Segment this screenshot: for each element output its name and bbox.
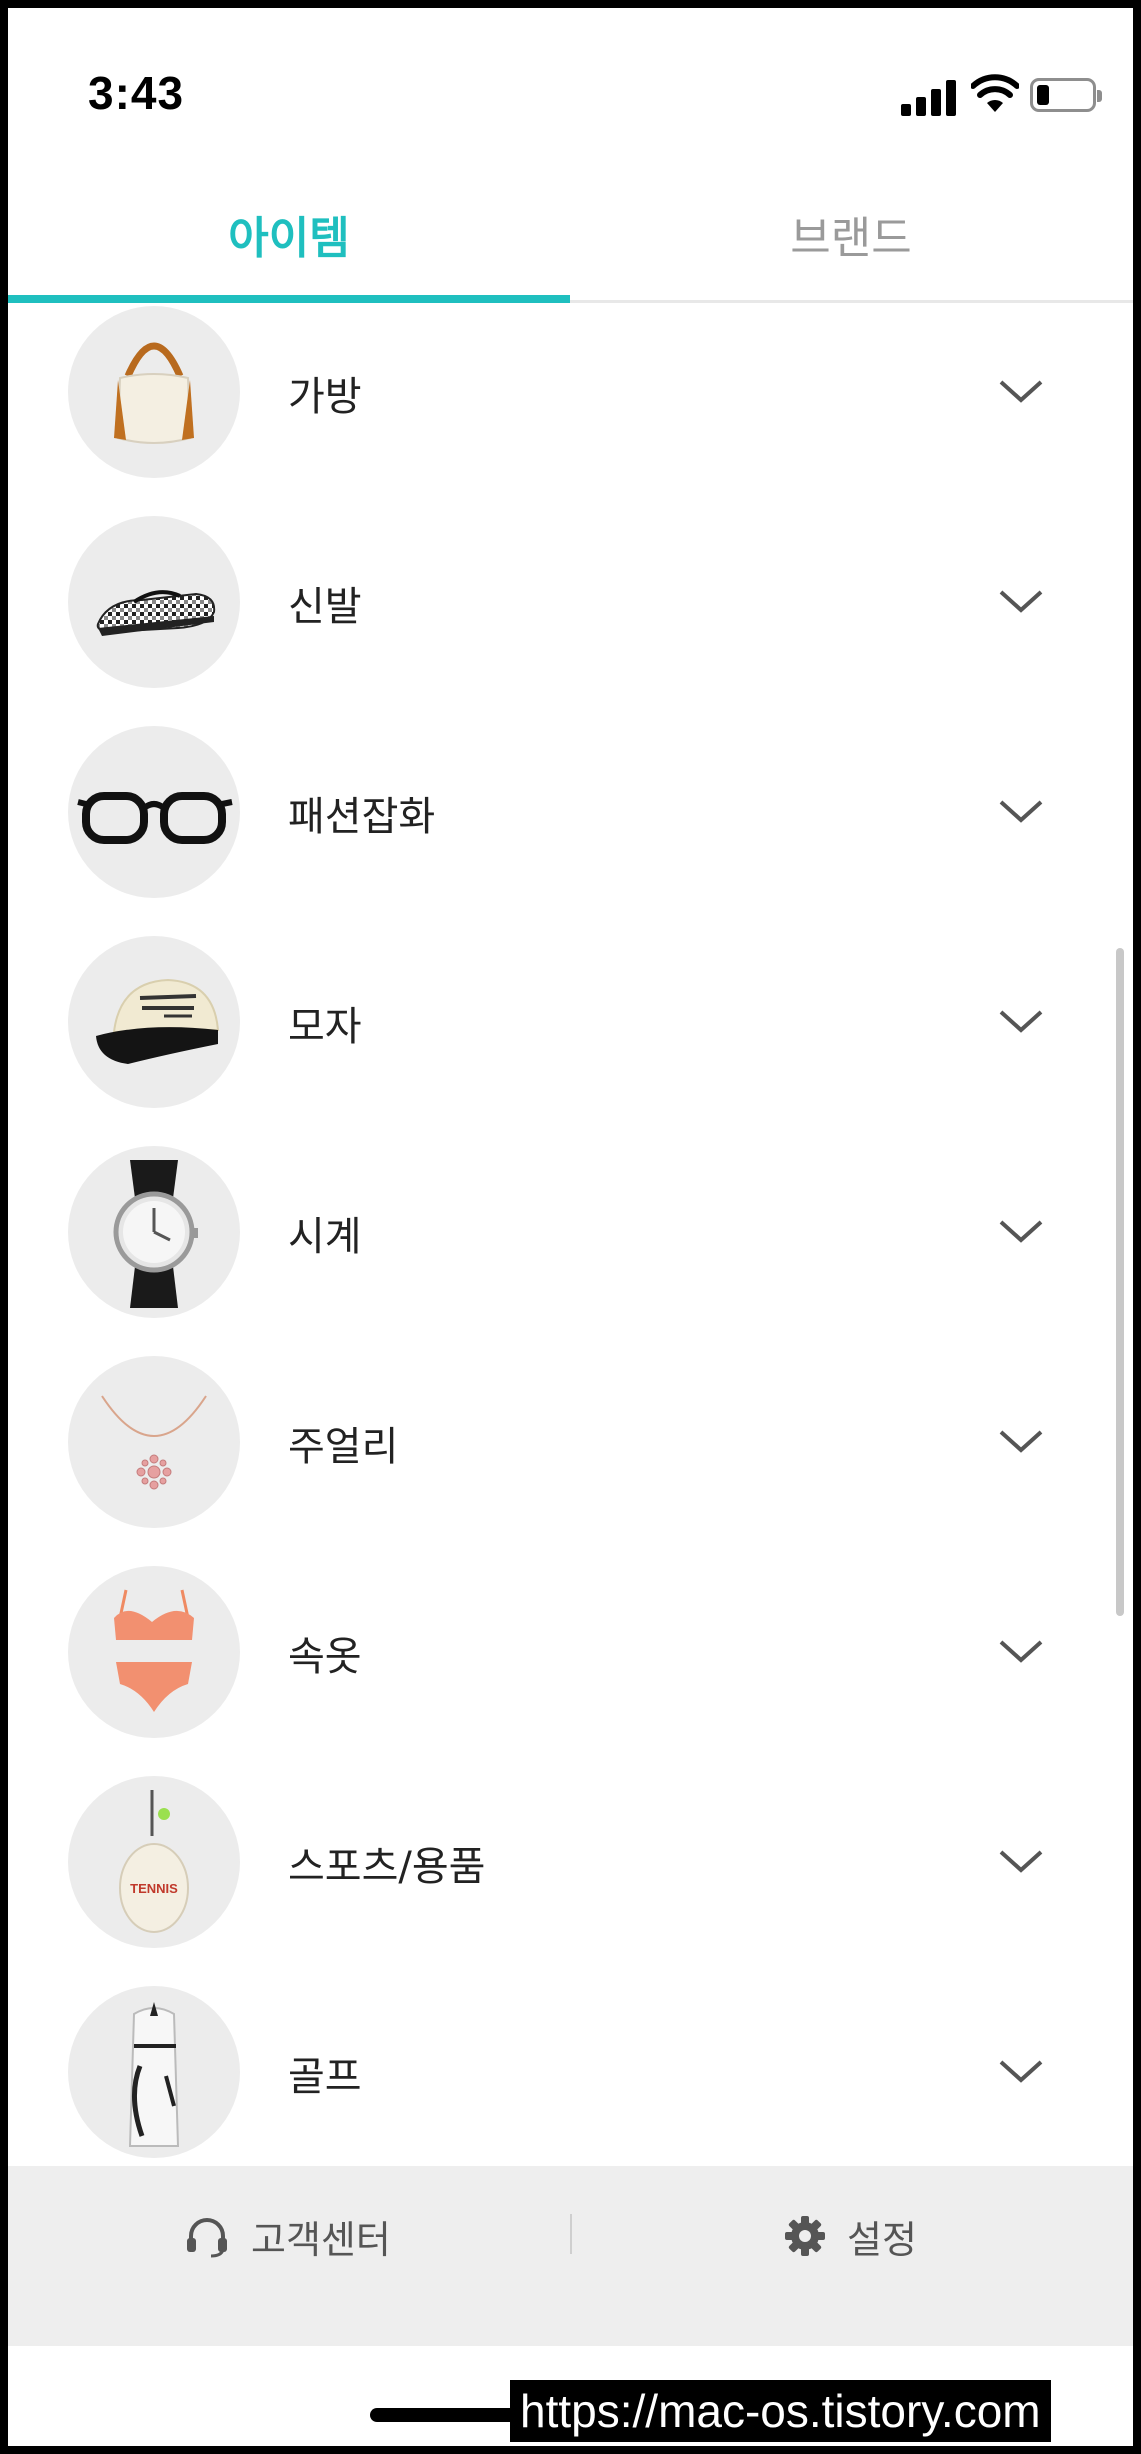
- category-label: 속옷: [288, 1634, 362, 1680]
- chevron-down-icon[interactable]: [998, 998, 1044, 1044]
- category-label: 신발: [288, 584, 362, 630]
- footer-divider: [570, 2214, 572, 2254]
- chevron-down-icon[interactable]: [998, 578, 1044, 624]
- category-label: 가방: [288, 374, 362, 420]
- chevron-down-icon[interactable]: [998, 2048, 1044, 2094]
- chevron-down-icon[interactable]: [998, 1418, 1044, 1464]
- tennis-racket-icon: TENNIS: [68, 1776, 240, 1948]
- customer-center-button[interactable]: 고객센터: [183, 2206, 391, 2266]
- active-tab-indicator: [8, 295, 570, 303]
- chevron-down-icon[interactable]: [998, 788, 1044, 834]
- screen: 3:43 아이템 브랜드 가방 신발 패션잡화 모자 시계 주얼리 속옷 TEN…: [8, 8, 1133, 2446]
- battery-icon: [1030, 78, 1102, 112]
- wifi-icon: [971, 74, 1019, 112]
- settings-label: 설정: [847, 2217, 917, 2262]
- headset-icon: [187, 2218, 227, 2258]
- scrollbar[interactable]: [1116, 948, 1124, 1616]
- necklace-icon: [68, 1356, 240, 1528]
- lingerie-icon: [68, 1566, 240, 1738]
- category-row-watches[interactable]: 시계: [8, 1146, 1133, 1356]
- category-row-sports[interactable]: TENNIS 스포츠/용품: [8, 1776, 1133, 1986]
- chevron-down-icon[interactable]: [998, 1628, 1044, 1674]
- gear-icon: [785, 2216, 825, 2256]
- category-row-fashion-accessories[interactable]: 패션잡화: [8, 726, 1133, 936]
- cellular-signal-icon: [901, 80, 959, 116]
- glasses-icon: [68, 726, 240, 898]
- category-row-jewelry[interactable]: 주얼리: [8, 1356, 1133, 1566]
- tab-bar: 아이템 브랜드: [8, 168, 1133, 303]
- handbag-icon: [68, 306, 240, 478]
- category-row-underwear[interactable]: 속옷: [8, 1566, 1133, 1776]
- golf-bag-icon: [68, 1986, 240, 2158]
- chevron-down-icon[interactable]: [998, 368, 1044, 414]
- watermark-url: https://mac-os.tistory.com: [510, 2380, 1051, 2442]
- category-label: 스포츠/용품: [288, 1844, 486, 1890]
- shoe-icon: [68, 516, 240, 688]
- category-row-shoes[interactable]: 신발: [8, 516, 1133, 726]
- status-time: 3:43: [88, 67, 185, 119]
- category-label: 골프: [288, 2054, 362, 2100]
- chevron-down-icon[interactable]: [998, 1208, 1044, 1254]
- category-label: 주얼리: [288, 1424, 399, 1470]
- category-list: 가방 신발 패션잡화 모자 시계 주얼리 속옷 TENNIS 스포츠/용품 골프: [8, 306, 1133, 2166]
- chevron-down-icon[interactable]: [998, 1838, 1044, 1884]
- category-row-hats[interactable]: 모자: [8, 936, 1133, 1146]
- category-label: 패션잡화: [288, 794, 436, 840]
- category-row-bag[interactable]: 가방: [8, 306, 1133, 516]
- settings-button[interactable]: 설정: [783, 2206, 917, 2266]
- tab-brand[interactable]: 브랜드: [570, 168, 1132, 300]
- footer: 고객센터 설정: [8, 2166, 1133, 2346]
- customer-center-label: 고객센터: [251, 2217, 391, 2262]
- cap-icon: [68, 936, 240, 1108]
- category-row-golf[interactable]: 골프: [8, 1986, 1133, 2166]
- category-label: 모자: [288, 1004, 362, 1050]
- tab-items[interactable]: 아이템: [8, 168, 570, 300]
- watch-icon: [68, 1146, 240, 1318]
- svg-text:TENNIS: TENNIS: [130, 1881, 178, 1896]
- category-label: 시계: [288, 1214, 362, 1260]
- status-bar: 3:43: [8, 8, 1133, 168]
